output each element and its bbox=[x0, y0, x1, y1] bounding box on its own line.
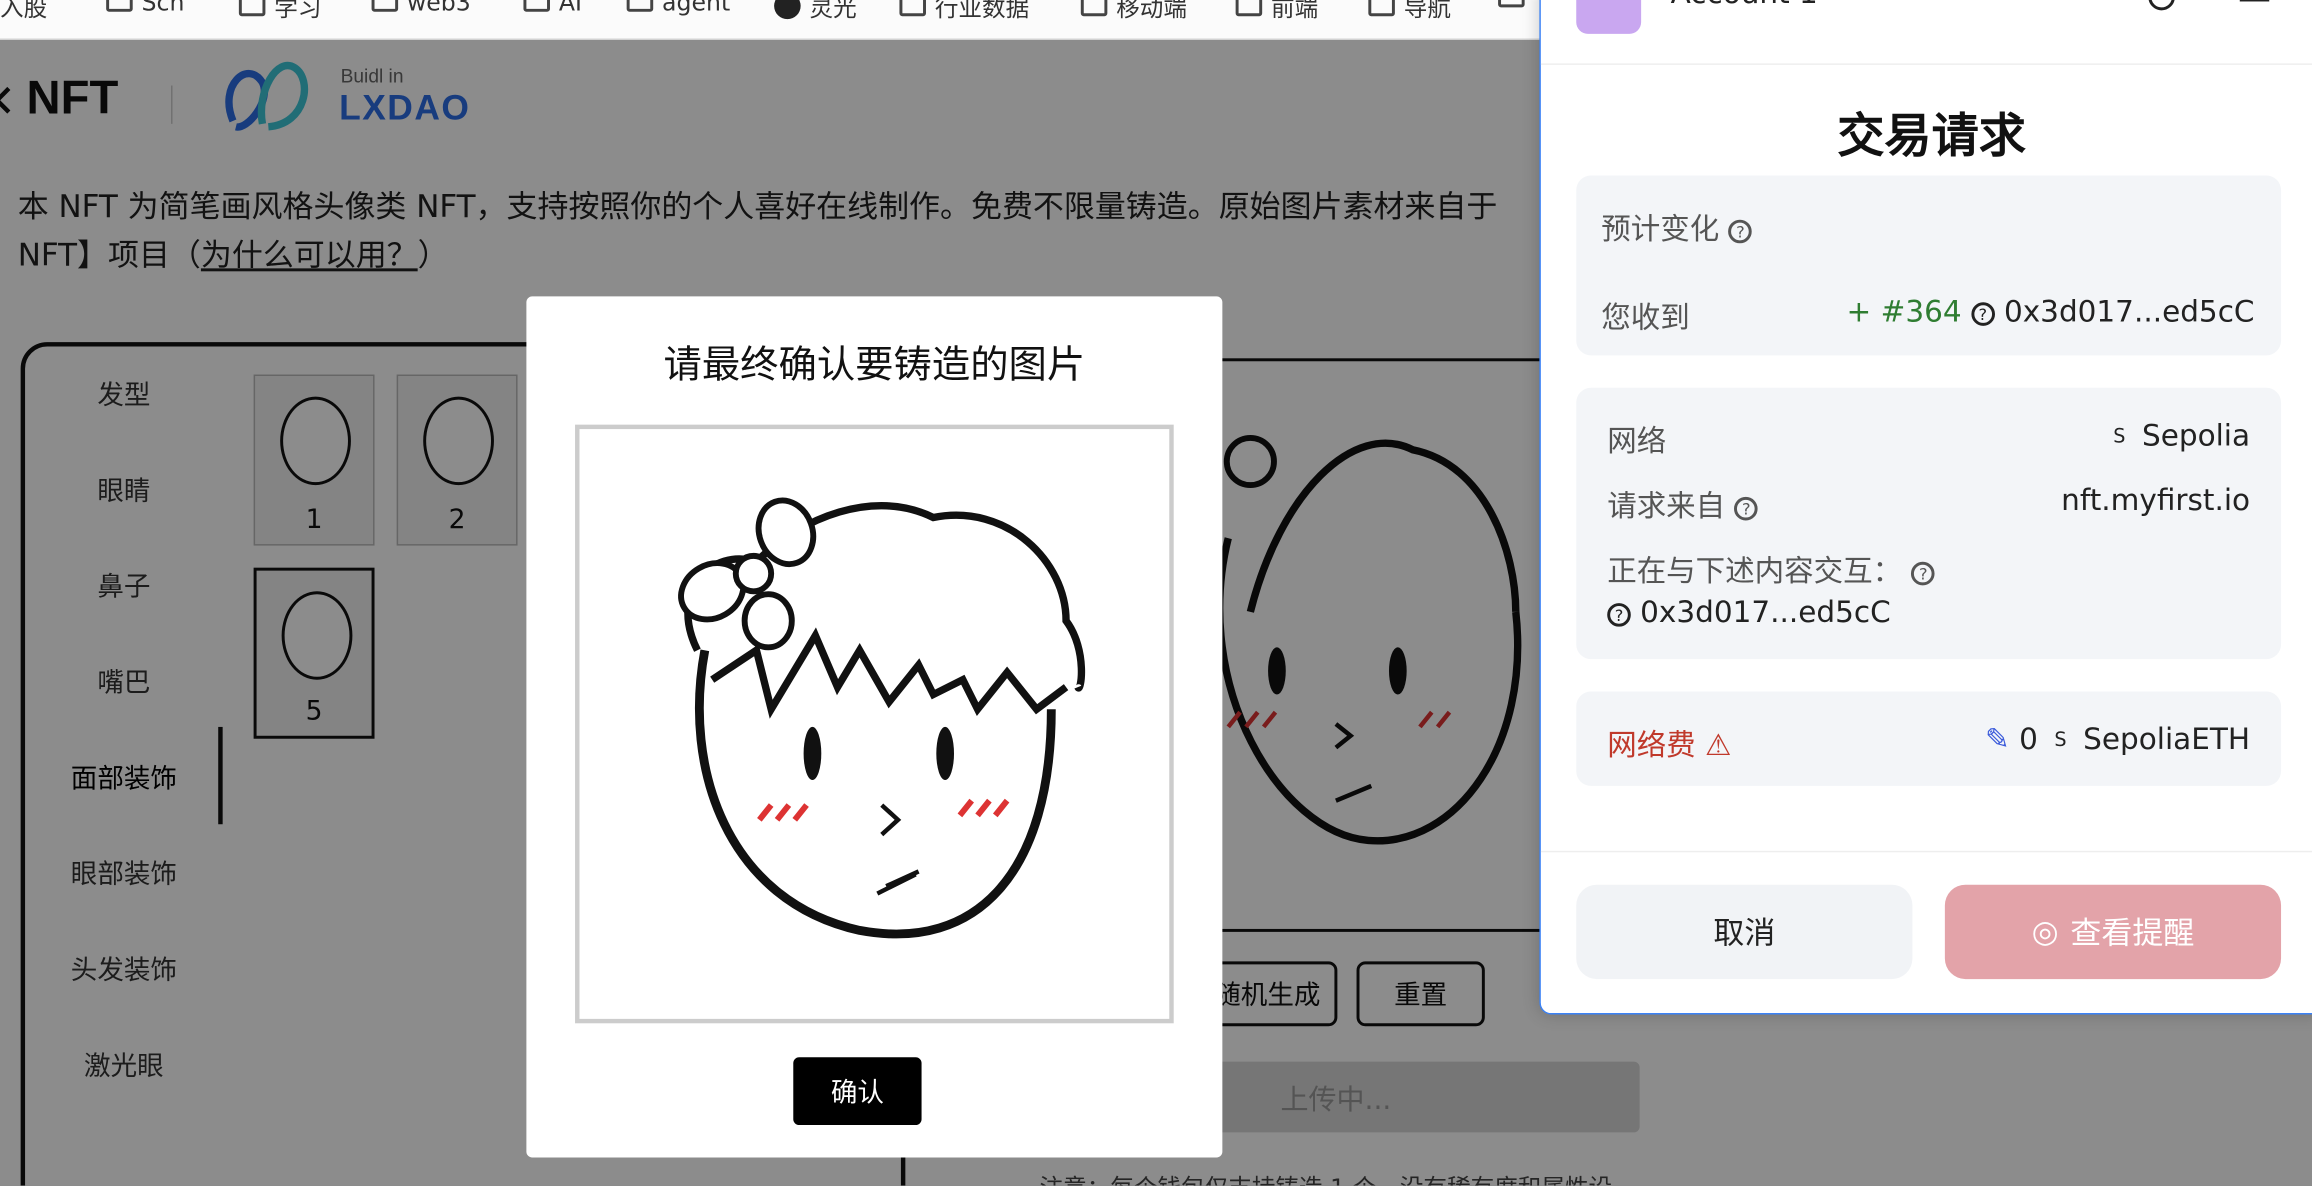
wallet-footer: 取消 ◎ 查看提醒 bbox=[1540, 850, 2312, 1013]
network-fee-label: 网络费 ⚠ bbox=[1607, 721, 1731, 764]
confirm-mint-modal: 请最终确认要铸造的图片 确认 bbox=[526, 296, 1223, 1158]
review-alerts-label: 查看提醒 bbox=[2070, 915, 2195, 952]
receive-token-id: + #364 bbox=[1846, 293, 1962, 329]
interacting-address[interactable]: 0x3d017...ed5cC bbox=[1640, 594, 1891, 629]
request-details-card: 网络 S Sepolia 请求来自 ? nft.myfirst.io 正在与下述… bbox=[1576, 387, 2282, 660]
bookmark-label: AI bbox=[558, 0, 582, 17]
estimated-changes-card: 预计变化 ? 您收到 + #364 ? 0x3d017...ed5cC bbox=[1576, 175, 2282, 356]
folder-icon bbox=[106, 0, 133, 12]
fee-badge-icon: S bbox=[2054, 729, 2067, 752]
bookmark-item[interactable]: 移动端 bbox=[1080, 0, 1187, 24]
bookmark-item[interactable]: 灵光 bbox=[774, 0, 857, 24]
folder-icon bbox=[523, 0, 550, 12]
modal-title: 请最终确认要铸造的图片 bbox=[663, 343, 1086, 388]
bookmark-item[interactable]: 前端 bbox=[1235, 0, 1319, 24]
receive-row: + #364 ? 0x3d017...ed5cC bbox=[1847, 293, 2255, 328]
folder-icon bbox=[626, 0, 654, 12]
transaction-request-title: 交易请求 bbox=[1837, 107, 2026, 164]
bookmark-item[interactable]: web3 bbox=[371, 0, 471, 17]
warning-triangle-icon: ⚠ bbox=[1705, 726, 1732, 763]
estimated-changes-text: 预计变化 bbox=[1601, 210, 1720, 247]
wallet-header: Account 1 bbox=[1540, 0, 2312, 65]
folder-icon bbox=[371, 0, 399, 12]
you-receive-label: 您收到 bbox=[1601, 299, 1690, 335]
final-avatar-drawing bbox=[678, 497, 1086, 939]
bookmark-item[interactable]: Sch bbox=[106, 0, 184, 16]
question-icon[interactable]: ? bbox=[1728, 218, 1753, 243]
bookmark-label: 学习 bbox=[274, 0, 322, 23]
request-from-value: nft.myfirst.io bbox=[2061, 482, 2251, 518]
account-avatar[interactable] bbox=[1576, 0, 1642, 34]
final-avatar-image bbox=[575, 424, 1174, 1024]
bookmark-item[interactable]: 入股 bbox=[0, 0, 47, 24]
info-icon[interactable] bbox=[2148, 0, 2175, 11]
network-fee-row: ✎ 0 S SepoliaETH bbox=[1985, 721, 2250, 756]
bookmark-label: Sch bbox=[141, 0, 185, 17]
folder-icon bbox=[1235, 0, 1263, 16]
wallet-popup: Account 1 交易请求 预计变化 ? 您收到 + #364 ? 0x3d0… bbox=[1539, 0, 2312, 1015]
fee-value: 0 bbox=[2019, 721, 2038, 757]
folder-icon bbox=[899, 0, 926, 16]
bookmark-label: agent bbox=[662, 0, 731, 17]
bookmark-label: 导航 bbox=[1403, 0, 1451, 23]
bookmark-label: web3 bbox=[406, 0, 471, 17]
bookmark-label: 行业数据 bbox=[934, 0, 1030, 23]
bookmark-item[interactable] bbox=[1498, 0, 1525, 8]
bookmark-item[interactable]: agent bbox=[626, 0, 731, 17]
bookmark-label: 灵光 bbox=[809, 0, 857, 23]
interacting-row: ? 0x3d017...ed5cC bbox=[1607, 594, 1891, 630]
network-row: S Sepolia bbox=[2106, 417, 2250, 452]
question-icon[interactable]: ? bbox=[1607, 602, 1631, 626]
interacting-label: 正在与下述内容交互： ? bbox=[1607, 547, 1936, 590]
question-icon[interactable]: ? bbox=[1911, 561, 1936, 585]
bookmark-label: 移动端 bbox=[1116, 0, 1187, 23]
bookmark-item[interactable]: 学习 bbox=[238, 0, 322, 24]
bookmark-item[interactable]: 导航 bbox=[1368, 0, 1451, 24]
hair-bow-icon bbox=[678, 497, 817, 651]
network-fee-text: 网络费 bbox=[1607, 726, 1696, 763]
bookmark-label: 前端 bbox=[1271, 0, 1319, 23]
fee-unit: SepoliaETH bbox=[2083, 721, 2251, 757]
confirm-button[interactable]: 确认 bbox=[793, 1057, 922, 1126]
folder-icon bbox=[1498, 0, 1525, 8]
app-icon bbox=[774, 0, 801, 20]
folder-icon bbox=[238, 0, 266, 16]
folder-icon bbox=[1080, 0, 1108, 16]
review-alerts-button[interactable]: ◎ 查看提醒 bbox=[1944, 884, 2282, 980]
network-fee-card: 网络费 ⚠ ✎ 0 S SepoliaETH bbox=[1576, 691, 2282, 786]
network-value: Sepolia bbox=[2141, 417, 2251, 453]
interacting-text: 正在与下述内容交互： bbox=[1607, 552, 1903, 589]
estimated-changes-label: 预计变化 ? bbox=[1601, 205, 1753, 248]
receive-address[interactable]: 0x3d017...ed5cC bbox=[2004, 293, 2255, 328]
question-icon[interactable]: ? bbox=[1734, 496, 1759, 520]
network-badge-icon: S bbox=[2113, 425, 2126, 448]
question-icon[interactable]: ? bbox=[1970, 301, 1995, 326]
shield-icon: ◎ bbox=[2031, 914, 2059, 950]
bookmark-label: 入股 bbox=[0, 0, 48, 23]
edit-pencil-icon[interactable]: ✎ bbox=[1985, 721, 2010, 756]
request-from-text: 请求来自 bbox=[1607, 488, 1726, 524]
network-label: 网络 bbox=[1607, 423, 1667, 459]
bookmark-item[interactable]: AI bbox=[523, 0, 582, 17]
cancel-button[interactable]: 取消 bbox=[1576, 884, 1913, 980]
folder-icon bbox=[1368, 0, 1395, 16]
account-name[interactable]: Account 1 bbox=[1671, 0, 1818, 10]
request-from-label: 请求来自 ? bbox=[1607, 482, 1759, 525]
bookmark-item[interactable]: 行业数据 bbox=[899, 0, 1029, 24]
